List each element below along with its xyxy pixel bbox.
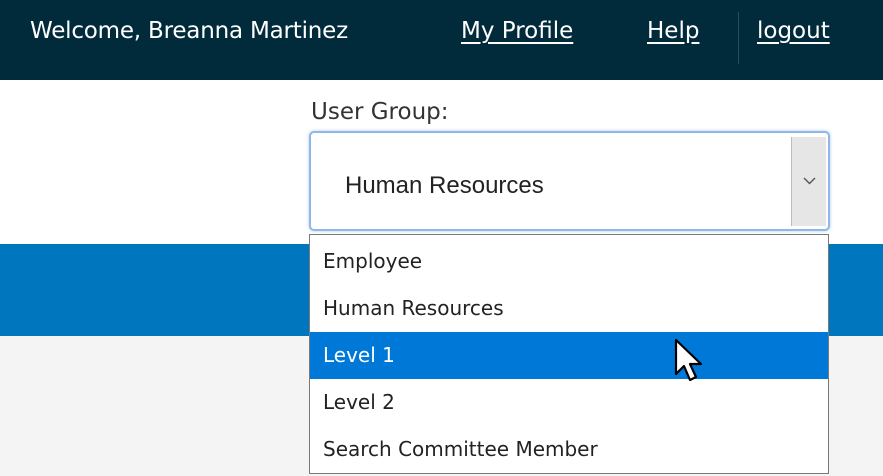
select-arrow-button[interactable] <box>791 137 826 226</box>
option-level-2[interactable]: Level 2 <box>310 379 828 426</box>
welcome-message: Welcome, Breanna Martinez <box>30 18 348 44</box>
chevron-down-icon <box>803 177 816 185</box>
nav-divider <box>738 12 739 64</box>
my-profile-link[interactable]: My Profile <box>461 18 573 44</box>
logout-link[interactable]: logout <box>757 18 830 44</box>
option-human-resources[interactable]: Human Resources <box>310 285 828 332</box>
user-group-selected-value: Human Resources <box>345 172 544 199</box>
user-group-options-list: Employee Human Resources Level 1 Level 2… <box>309 234 829 474</box>
option-level-1[interactable]: Level 1 <box>310 332 828 379</box>
user-group-select[interactable]: Human Resources <box>309 131 830 231</box>
help-link[interactable]: Help <box>647 18 699 44</box>
top-nav-bar: Welcome, Breanna Martinez My Profile Hel… <box>0 0 883 80</box>
option-search-committee-member[interactable]: Search Committee Member <box>310 426 828 473</box>
option-employee[interactable]: Employee <box>310 238 828 285</box>
user-group-label: User Group: <box>311 99 449 125</box>
